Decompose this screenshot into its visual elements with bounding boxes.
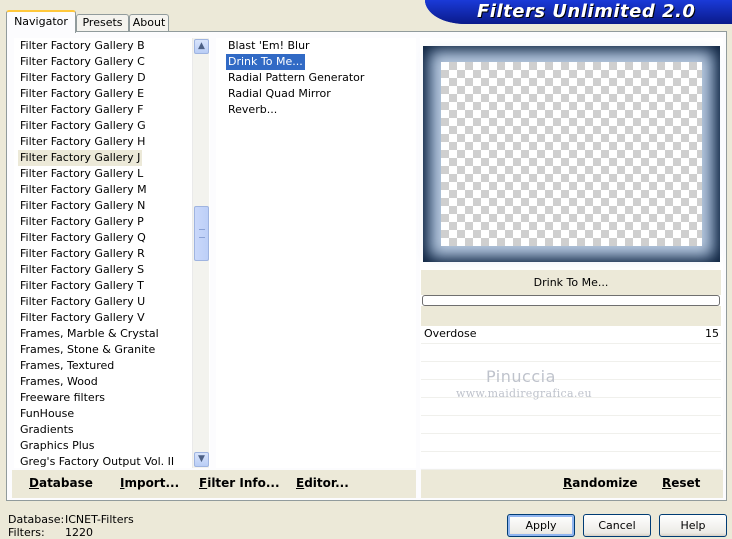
header-banner: Filters Unlimited 2.0 [425, 0, 732, 24]
status-filters-label: Filters: [8, 526, 45, 539]
transparency-checkerboard [441, 62, 702, 246]
category-item[interactable]: Frames, Wood [18, 374, 100, 390]
parameter-row-empty [421, 398, 721, 416]
category-item[interactable]: Filter Factory Gallery B [18, 38, 147, 54]
category-item[interactable]: Filter Factory Gallery L [18, 166, 145, 182]
category-item[interactable]: Filter Factory Gallery V [18, 310, 147, 326]
category-item[interactable]: Graphics Plus [18, 438, 96, 454]
filter-item[interactable]: Blast 'Em! Blur [226, 38, 312, 54]
separator-bar [421, 306, 721, 326]
editor-button[interactable]: Editor... [296, 476, 349, 490]
parameter-row[interactable]: Overdose 15 [421, 326, 721, 344]
tab-presets[interactable]: Presets [76, 14, 129, 32]
category-item[interactable]: Frames, Stone & Granite [18, 342, 157, 358]
parameter-row-empty [421, 362, 721, 380]
category-item[interactable]: Filter Factory Gallery T [18, 278, 146, 294]
category-item[interactable]: Filter Factory Gallery U [18, 294, 147, 310]
category-item[interactable]: Gradients [18, 422, 76, 438]
status-filters-value: 1220 [65, 526, 93, 539]
chevron-down-icon[interactable]: ▼ [194, 452, 209, 467]
apply-button[interactable]: Apply [507, 514, 575, 537]
parameter-row-empty [421, 452, 721, 470]
filter-info-button[interactable]: Filter Info... [199, 476, 280, 490]
category-item[interactable]: Frames, Textured [18, 358, 116, 374]
banner-title: Filters Unlimited 2.0 [477, 1, 696, 22]
parameter-value[interactable]: 15 [705, 327, 719, 340]
status-database-value: ICNET-Filters [65, 513, 134, 526]
category-item[interactable]: Filter Factory Gallery D [18, 70, 148, 86]
category-list[interactable]: Filter Factory Gallery B Filter Factory … [14, 38, 210, 468]
category-item-selected[interactable]: Filter Factory Gallery J [18, 150, 143, 166]
watermark-url: www.maidiregrafica.eu [456, 387, 592, 400]
tab-navigator[interactable]: Navigator [6, 10, 76, 33]
category-scrollbar[interactable]: ▲ ▼ [192, 38, 209, 468]
category-item[interactable]: Filter Factory Gallery E [18, 86, 146, 102]
randomize-button[interactable]: Randomize [563, 476, 637, 490]
cancel-button[interactable]: Cancel [583, 514, 651, 537]
category-item[interactable]: Filter Factory Gallery R [18, 246, 147, 262]
filter-list[interactable]: Blast 'Em! Blur Drink To Me... Radial Pa… [216, 38, 416, 468]
category-item[interactable]: Filter Factory Gallery C [18, 54, 147, 70]
parameter-row-empty [421, 416, 721, 434]
watermark-name: Pinuccia [486, 367, 556, 386]
scrollbar-thumb[interactable] [194, 206, 209, 261]
progress-bar [422, 295, 720, 306]
category-item[interactable]: Frames, Marble & Crystal [18, 326, 161, 342]
filter-item[interactable]: Radial Quad Mirror [226, 86, 333, 102]
import-button[interactable]: Import... [120, 476, 179, 490]
category-item[interactable]: Filter Factory Gallery N [18, 198, 147, 214]
help-button[interactable]: Help [659, 514, 727, 537]
tab-about[interactable]: About [129, 14, 169, 32]
parameter-name: Overdose [424, 327, 477, 340]
category-item[interactable]: Filter Factory Gallery G [18, 118, 148, 134]
right-action-bar: Randomize Reset [421, 470, 723, 498]
database-button[interactable]: Database [29, 476, 93, 490]
category-item[interactable]: FunHouse [18, 406, 76, 422]
left-action-bar: Database Import... Filter Info... Editor… [12, 470, 416, 498]
status-database-label: Database: [8, 513, 65, 526]
filter-item-selected[interactable]: Drink To Me... [226, 54, 305, 70]
category-item[interactable]: Filter Factory Gallery H [18, 134, 147, 150]
filter-item[interactable]: Radial Pattern Generator [226, 70, 366, 86]
parameter-row-empty [421, 434, 721, 452]
filter-name-display: Drink To Me... [421, 270, 721, 295]
category-item[interactable]: Filter Factory Gallery F [18, 102, 145, 118]
category-item[interactable]: Filter Factory Gallery S [18, 262, 146, 278]
category-item[interactable]: Filter Factory Gallery P [18, 214, 146, 230]
chevron-up-icon[interactable]: ▲ [194, 39, 209, 54]
category-item[interactable]: Greg's Factory Output Vol. II [18, 454, 176, 468]
preview-image [423, 46, 720, 262]
parameter-row-empty [421, 344, 721, 362]
filter-item[interactable]: Reverb... [226, 102, 279, 118]
category-item[interactable]: Filter Factory Gallery M [18, 182, 149, 198]
category-item[interactable]: Filter Factory Gallery Q [18, 230, 148, 246]
reset-button[interactable]: Reset [662, 476, 700, 490]
category-item[interactable]: Freeware filters [18, 390, 107, 406]
